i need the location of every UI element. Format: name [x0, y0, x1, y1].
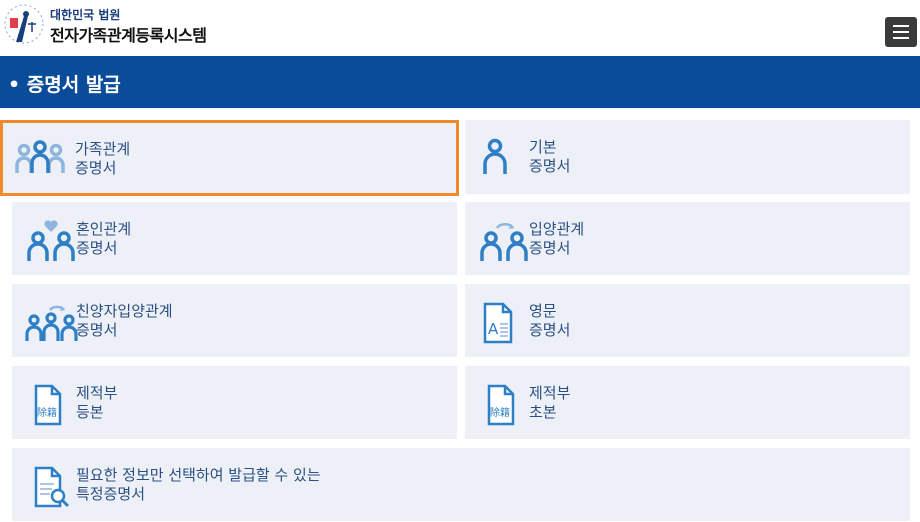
icon-text: 除籍: [490, 406, 510, 419]
tile-english-certificate[interactable]: A 영문 증명서: [465, 284, 910, 357]
tile-label: 제적부 초본: [529, 384, 570, 422]
couple-heart-icon: [27, 220, 75, 261]
menu-icon-bar: [893, 37, 909, 39]
tile-label-line1: 입양관계: [529, 220, 585, 238]
icon-text: 除籍: [37, 406, 57, 419]
page-title-bar: • 증명서 발급: [0, 56, 920, 108]
tile-label: 친양자입양관계 증명서: [76, 302, 173, 340]
menu-icon-bar: [893, 31, 909, 33]
tile-adoption-certificate[interactable]: 입양관계 증명서: [465, 202, 910, 275]
tile-label: 필요한 정보만 선택하여 발급할 수 있는 특정증명서: [76, 466, 321, 504]
tile-label-line2: 증명서: [75, 159, 117, 177]
page-title: • 증명서 발급: [8, 74, 121, 96]
tile-label-line2: 초본: [529, 403, 557, 421]
court-emblem-icon: [4, 4, 44, 44]
tile-label: 기본 증명서: [529, 138, 570, 176]
system-title[interactable]: 전자가족관계등록시스템: [50, 22, 207, 46]
hamburger-menu-button[interactable]: [885, 17, 917, 47]
tile-label-line1: 혼인관계: [76, 220, 132, 238]
adoption-icon: [480, 222, 528, 261]
tile-label-line2: 증명서: [529, 321, 571, 339]
app-header: 대한민국 법원 전자가족관계등록시스템: [0, 0, 920, 56]
tile-label: 가족관계 증명서: [75, 140, 130, 178]
removal-register-icon: 除籍: [34, 384, 62, 426]
tile-label-line2: 증명서: [529, 157, 571, 175]
tile-label: 제적부 등본: [76, 384, 117, 422]
tile-label-line2: 등본: [76, 403, 104, 421]
tile-label-line2: 증명서: [76, 321, 118, 339]
tile-label: 영문 증명서: [529, 302, 570, 340]
tile-specific-certificate[interactable]: 필요한 정보만 선택하여 발급할 수 있는 특정증명서: [12, 448, 910, 521]
tile-label-line1: 제적부: [76, 384, 118, 402]
svg-text:A: A: [488, 320, 499, 338]
tile-label-line2: 증명서: [529, 239, 571, 257]
menu-icon-bar: [893, 25, 909, 27]
tile-full-adoption-certificate[interactable]: 친양자입양관계 증명서: [12, 284, 457, 357]
tile-label-line1: 기본: [529, 138, 557, 156]
tile-removal-register-copy[interactable]: 除籍 제적부 등본: [12, 366, 457, 439]
family-icon: [15, 140, 65, 173]
tile-label-line1: 친양자입양관계: [76, 302, 173, 320]
tile-label-line1: 제적부: [529, 384, 571, 402]
tile-basic-certificate[interactable]: 기본 증명서: [465, 120, 910, 194]
removal-register-icon: 除籍: [487, 384, 515, 426]
tile-label-line2: 증명서: [76, 239, 118, 257]
tile-label-line1: 영문: [529, 302, 557, 320]
tile-label-line1: 필요한 정보만 선택하여 발급할 수 있는: [76, 466, 321, 484]
court-name: 대한민국 법원: [50, 8, 121, 22]
tile-label-line1: 가족관계: [75, 140, 131, 158]
english-document-icon: A: [483, 302, 513, 344]
tile-label: 혼인관계 증명서: [76, 220, 131, 258]
tile-label-line2: 특정증명서: [76, 485, 146, 503]
tile-label: 입양관계 증명서: [529, 220, 584, 258]
full-adoption-icon: [25, 305, 78, 341]
person-icon: [483, 138, 507, 174]
document-search-icon: [34, 466, 70, 508]
tile-removal-register-abstract[interactable]: 除籍 제적부 초본: [465, 366, 910, 439]
tile-marriage-certificate[interactable]: 혼인관계 증명서: [12, 202, 457, 275]
tile-family-relation-certificate[interactable]: 가족관계 증명서: [0, 120, 459, 196]
